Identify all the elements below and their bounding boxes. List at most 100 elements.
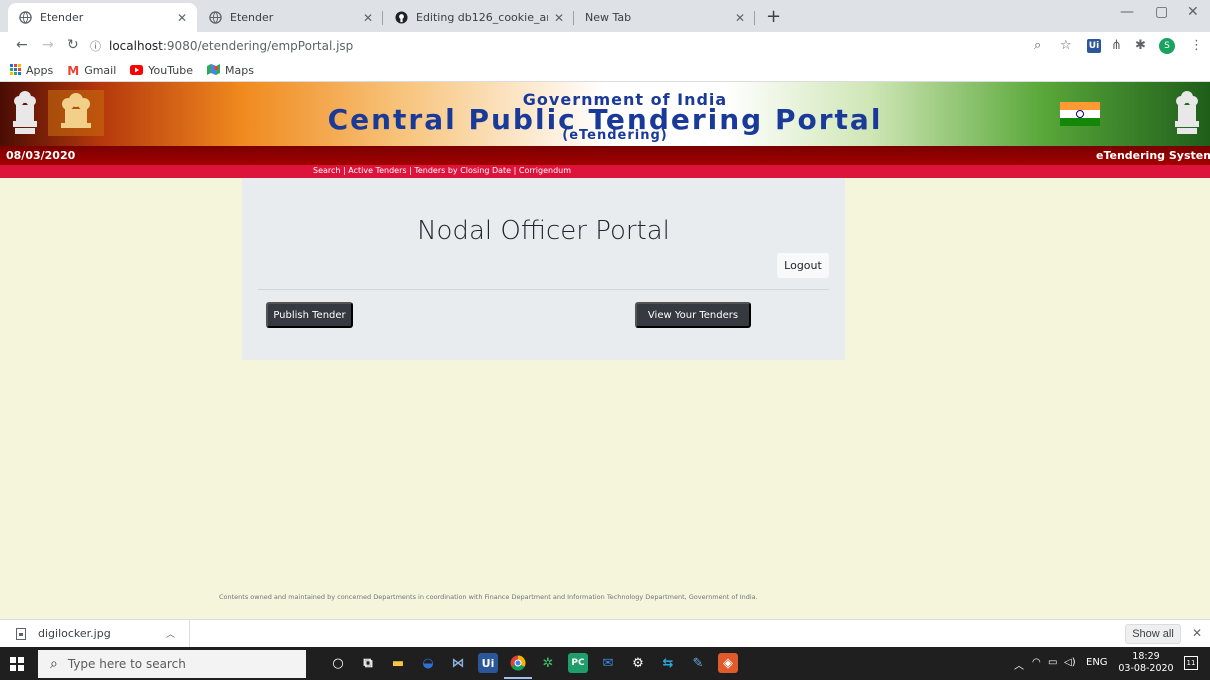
- globe-icon: [208, 11, 222, 25]
- tab-title: New Tab: [585, 11, 632, 24]
- tab-title: Editing db126_cookie_army/error: [416, 11, 548, 24]
- show-all-button[interactable]: Show all: [1125, 624, 1181, 644]
- browser-tab-2[interactable]: Etender ✕: [198, 3, 383, 32]
- national-emblem-right-icon: [1172, 88, 1202, 138]
- zoom-icon[interactable]: ⌕: [1034, 38, 1041, 53]
- nav-link-active-tenders[interactable]: Active Tenders: [348, 166, 406, 175]
- browser-toolbar: ← → ↻ ⓘ localhost:9080/etendering/empPor…: [0, 32, 1210, 60]
- url-host: localhost: [109, 39, 163, 53]
- image-file-icon: [16, 627, 26, 640]
- clock-date: 03-08-2020: [1118, 663, 1174, 674]
- address-bar[interactable]: ⓘ localhost:9080/etendering/empPortal.js…: [90, 35, 960, 57]
- apps-grid-icon: [10, 63, 21, 78]
- browser-tab-strip: Etender ✕ Etender ✕ Editing db126_cookie…: [0, 0, 1210, 32]
- puzzle-extensions-icon[interactable]: ✱: [1135, 38, 1146, 53]
- tab-close-icon[interactable]: ✕: [735, 11, 745, 25]
- uipath-icon[interactable]: Ui: [478, 653, 498, 673]
- reload-icon[interactable]: ↻: [67, 37, 79, 53]
- portal-banner: Government of India Central Public Tende…: [0, 82, 1210, 146]
- close-icon[interactable]: ✕: [1192, 626, 1202, 640]
- teamviewer-icon[interactable]: ⇆: [658, 653, 678, 673]
- app-pen-icon[interactable]: ✎: [688, 653, 708, 673]
- tab-close-icon[interactable]: ✕: [177, 11, 187, 25]
- banner-etendering-text: (eTendering): [562, 128, 668, 143]
- divider: [258, 289, 829, 290]
- current-date: 08/03/2020: [6, 149, 76, 162]
- maps-icon: [207, 63, 221, 78]
- search-icon: ⌕: [50, 656, 58, 672]
- pycharm-icon[interactable]: PC: [568, 653, 588, 673]
- app-shield-icon[interactable]: ◈: [718, 653, 738, 673]
- download-bar: digilocker.jpg ︿ Show all ✕: [0, 619, 1210, 647]
- clock-time: 18:29: [1132, 651, 1160, 662]
- edge-icon[interactable]: ◒: [418, 653, 438, 673]
- taskbar-search-input[interactable]: ⌕ Type here to search: [38, 650, 306, 678]
- window-close-icon[interactable]: ✕: [1187, 4, 1199, 20]
- minimize-icon[interactable]: —: [1120, 4, 1134, 20]
- download-filename: digilocker.jpg: [38, 627, 111, 640]
- tab-title: Etender: [40, 11, 84, 24]
- chevron-up-icon[interactable]: ︿: [166, 627, 175, 640]
- menu-kebab-icon[interactable]: ⋮: [1190, 38, 1203, 53]
- bookmark-youtube[interactable]: YouTube: [130, 64, 193, 78]
- settings-gear-icon[interactable]: ⚙: [628, 653, 648, 673]
- bookmark-label: Gmail: [84, 64, 117, 77]
- forward-arrow-icon[interactable]: →: [42, 37, 54, 53]
- bookmark-label: YouTube: [148, 64, 194, 77]
- url-path: :9080/etendering/empPortal.jsp: [162, 39, 354, 53]
- date-strip: 08/03/2020 eTendering System - C: [0, 146, 1210, 165]
- back-arrow-icon[interactable]: ←: [16, 37, 28, 53]
- view-your-tenders-button[interactable]: View Your Tenders: [635, 302, 751, 328]
- nav-separator: |: [511, 166, 519, 175]
- chevron-up-tray-icon[interactable]: ︿: [1014, 657, 1024, 672]
- bookmark-label: Apps: [26, 64, 54, 77]
- nav-links: Search | Active Tenders | Tenders by Clo…: [313, 166, 571, 175]
- notification-icon[interactable]: 11: [1184, 656, 1198, 670]
- new-tab-icon[interactable]: +: [766, 6, 781, 27]
- bookmark-apps[interactable]: Apps: [10, 63, 54, 78]
- app-snowflake-icon[interactable]: ✲: [538, 653, 558, 673]
- tab-title: Etender: [230, 11, 274, 24]
- nav-link-corrigendum[interactable]: Corrigendum: [519, 166, 571, 175]
- mail-icon[interactable]: ✉: [598, 653, 618, 673]
- browser-tab-4[interactable]: New Tab ✕: [575, 3, 755, 32]
- flag-chakra-icon: [1060, 102, 1100, 126]
- bookmark-maps[interactable]: Maps: [207, 63, 254, 78]
- vscode-icon[interactable]: ⋈: [448, 653, 468, 673]
- tab-close-icon[interactable]: ✕: [554, 11, 564, 25]
- nav-link-strip: Search | Active Tenders | Tenders by Clo…: [0, 165, 1210, 178]
- network-icon[interactable]: ◠: [1032, 657, 1041, 668]
- nav-link-search[interactable]: Search: [313, 166, 340, 175]
- volume-icon[interactable]: ◁): [1064, 657, 1076, 668]
- footer-text: Contents owned and maintained by concern…: [219, 593, 758, 601]
- browser-tab-3[interactable]: Editing db126_cookie_army/error ✕: [384, 3, 574, 32]
- language-indicator[interactable]: ENG: [1086, 657, 1108, 668]
- bookmark-star-icon[interactable]: ☆: [1060, 38, 1072, 53]
- page-title: Nodal Officer Portal: [417, 216, 670, 246]
- uipath-extension-icon[interactable]: Ui: [1087, 39, 1101, 53]
- logout-button[interactable]: Logout: [777, 253, 829, 278]
- tab-close-icon[interactable]: ✕: [363, 11, 373, 25]
- nav-link-tenders-by-closing-date[interactable]: Tenders by Closing Date: [414, 166, 511, 175]
- search-placeholder: Type here to search: [67, 657, 186, 671]
- scrolling-marquee: eTendering System - C: [1096, 149, 1210, 162]
- battery-icon[interactable]: ▭: [1048, 657, 1057, 668]
- profile-avatar-icon[interactable]: S: [1159, 38, 1175, 54]
- windows-start-icon[interactable]: [10, 657, 24, 671]
- extension-icon[interactable]: ⋔: [1111, 38, 1122, 53]
- cortana-icon[interactable]: ○: [328, 653, 348, 673]
- publish-tender-button[interactable]: Publish Tender: [266, 302, 353, 328]
- info-icon[interactable]: ⓘ: [90, 38, 101, 54]
- maximize-icon[interactable]: ▢: [1155, 4, 1168, 20]
- gmail-icon: M: [67, 63, 80, 78]
- download-item[interactable]: digilocker.jpg ︿: [0, 620, 190, 647]
- browser-tab-1[interactable]: Etender ✕: [8, 3, 197, 32]
- system-clock[interactable]: 18:29 03-08-2020: [1118, 651, 1174, 675]
- globe-icon: [18, 11, 32, 25]
- task-view-icon[interactable]: ⧉: [358, 653, 378, 673]
- youtube-icon: [130, 64, 144, 78]
- bookmark-gmail[interactable]: M Gmail: [67, 64, 116, 78]
- bookmark-label: Maps: [225, 64, 254, 77]
- chrome-icon[interactable]: [504, 653, 532, 679]
- file-explorer-icon[interactable]: ▬: [388, 653, 408, 673]
